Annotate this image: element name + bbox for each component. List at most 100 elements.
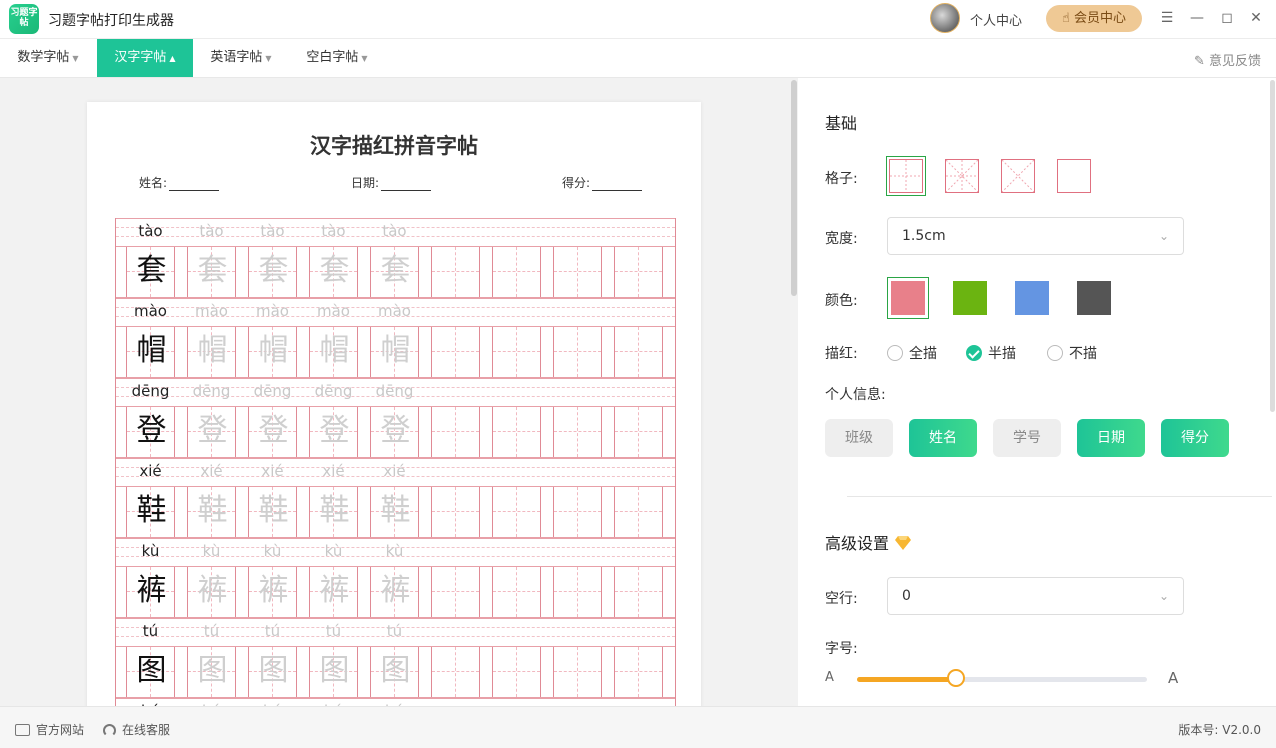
user-avatar[interactable] [930,3,960,33]
character-cell: 登 [187,407,236,457]
caret-up-icon: ▲ [169,54,176,63]
grid-option-plain[interactable] [1057,159,1091,193]
character-row: 帽帽帽帽帽 [116,326,675,378]
pinyin-text: xié [383,462,406,480]
pinyin-text: tào [382,222,407,240]
character-glyph: 裤 [258,573,289,608]
monitor-icon [15,724,30,736]
pinyin-text: tú [264,622,281,640]
pinyin-text: xié [139,462,162,480]
close-icon[interactable]: ✕ [1246,8,1266,28]
character-glyph: 套 [197,253,228,288]
character-cell [431,647,480,697]
color-swatch-pink[interactable] [887,277,929,319]
character-cell [492,647,541,697]
trace-half-radio[interactable]: 半描 [966,343,1016,363]
vip-center-button[interactable]: ☝ 会员中心 [1046,5,1142,32]
menu-icon[interactable]: ☰ [1157,8,1177,28]
pinyin-text: tào [260,222,285,240]
character-glyph: 鞋 [258,493,289,528]
online-support-link[interactable]: 在线客服 [103,721,170,738]
minimize-icon[interactable]: — [1187,8,1207,28]
tab-blank[interactable]: 空白字帖 ▼ [289,39,385,77]
color-swatch-green[interactable] [953,281,987,315]
character-cell [553,247,602,297]
character-cell [614,327,663,377]
trace-none-radio[interactable]: 不描 [1047,343,1097,363]
character-glyph: 登 [319,413,350,448]
grid-option-x[interactable] [1001,159,1035,193]
chevron-down-icon: ⌄ [1158,589,1169,603]
character-row: 套套套套套 [116,246,675,298]
character-glyph: 裤 [136,573,167,608]
character-glyph: 帽 [136,333,167,368]
font-size-slider-knob[interactable] [946,669,965,687]
feedback-link[interactable]: ✎ 意见反馈 [1194,50,1261,69]
blank-rows-select[interactable]: 0 ⌄ [887,577,1184,615]
character-glyph: 图 [258,653,289,688]
tab-bar: 数学字帖 ▼ 汉字字帖 ▲ 英语字帖 ▼ 空白字帖 ▼ ✎ 意见反馈 [0,39,1276,78]
character-cell: 帽 [248,327,297,377]
tab-chinese[interactable]: 汉字字帖 ▲ [97,39,193,77]
character-glyph: 图 [136,653,167,688]
character-cell [553,647,602,697]
pinyin-text: kù [141,542,160,560]
trace-full-radio[interactable]: 全描 [887,343,937,363]
tab-math[interactable]: 数学字帖 ▼ [0,39,96,77]
character-glyph: 帽 [380,333,411,368]
practice-grid: tào tào tào tào tào 套套套套套 mào mào mào mào mào 帽帽帽帽帽… [115,218,676,706]
character-cell: 裤 [309,567,358,617]
pinyin-text: xié [261,462,284,480]
character-cell: 鞋 [309,487,358,537]
chip-student-id[interactable]: 学号 [993,419,1061,457]
character-row: 图图图图图 [116,646,675,698]
chip-name[interactable]: 姓名 [909,419,977,457]
pinyin-text: dēng [253,382,292,400]
character-cell [553,407,602,457]
width-select[interactable]: 1.5cm ⌄ [887,217,1184,255]
character-glyph: 登 [136,413,167,448]
settings-scrollbar[interactable] [1270,80,1275,412]
character-glyph: 帽 [258,333,289,368]
caret-down-icon: ▼ [265,54,272,63]
tab-english[interactable]: 英语字帖 ▼ [193,39,289,77]
character-cell: 图 [126,647,175,697]
character-cell: 图 [248,647,297,697]
character-glyph: 登 [197,413,228,448]
width-label: 宽度: [825,231,858,247]
grid-option-tian[interactable] [886,156,926,196]
character-cell: 套 [248,247,297,297]
app-logo: 习题字帖 [9,4,39,34]
character-cell [614,647,663,697]
font-size-slider[interactable] [857,677,1147,682]
font-size-small-label: A [825,670,834,685]
pinyin-row: mào mào mào mào mào [116,298,675,326]
character-glyph: 裤 [380,573,411,608]
character-glyph: 鞋 [319,493,350,528]
preview-area[interactable]: 汉字描红拼音字帖 姓名: 日期: 得分: tào tào tào tào tào 套套套套… [0,78,798,706]
pinyin-text: mào [195,302,228,320]
official-website-link[interactable]: 官方网站 [15,721,84,738]
preview-scrollbar[interactable] [791,80,797,296]
character-cell [492,567,541,617]
character-glyph: 裤 [197,573,228,608]
pinyin-text: mào [378,302,411,320]
pinyin-text: dēng [192,382,231,400]
character-cell: 登 [248,407,297,457]
version-label: 版本号: V2.0.0 [1178,723,1261,737]
personal-center-link[interactable]: 个人中心 [970,10,1022,29]
grid-option-mi[interactable] [945,159,979,193]
headset-icon [103,724,116,737]
settings-panel: 基础 格子: 宽度: 1.5cm ⌄ 颜色: 描红: 全描 半描 不描 个人信息:… [798,78,1276,706]
character-glyph: 套 [319,253,350,288]
chip-score[interactable]: 得分 [1161,419,1229,457]
character-row: 鞋鞋鞋鞋鞋 [116,486,675,538]
color-swatch-blue[interactable] [1015,281,1049,315]
color-swatch-gray[interactable] [1077,281,1111,315]
maximize-icon[interactable]: ◻ [1217,8,1237,28]
pinyin-text: dēng [131,382,170,400]
chip-class[interactable]: 班级 [825,419,893,457]
chip-date[interactable]: 日期 [1077,419,1145,457]
character-cell: 套 [370,247,419,297]
character-cell: 鞋 [187,487,236,537]
